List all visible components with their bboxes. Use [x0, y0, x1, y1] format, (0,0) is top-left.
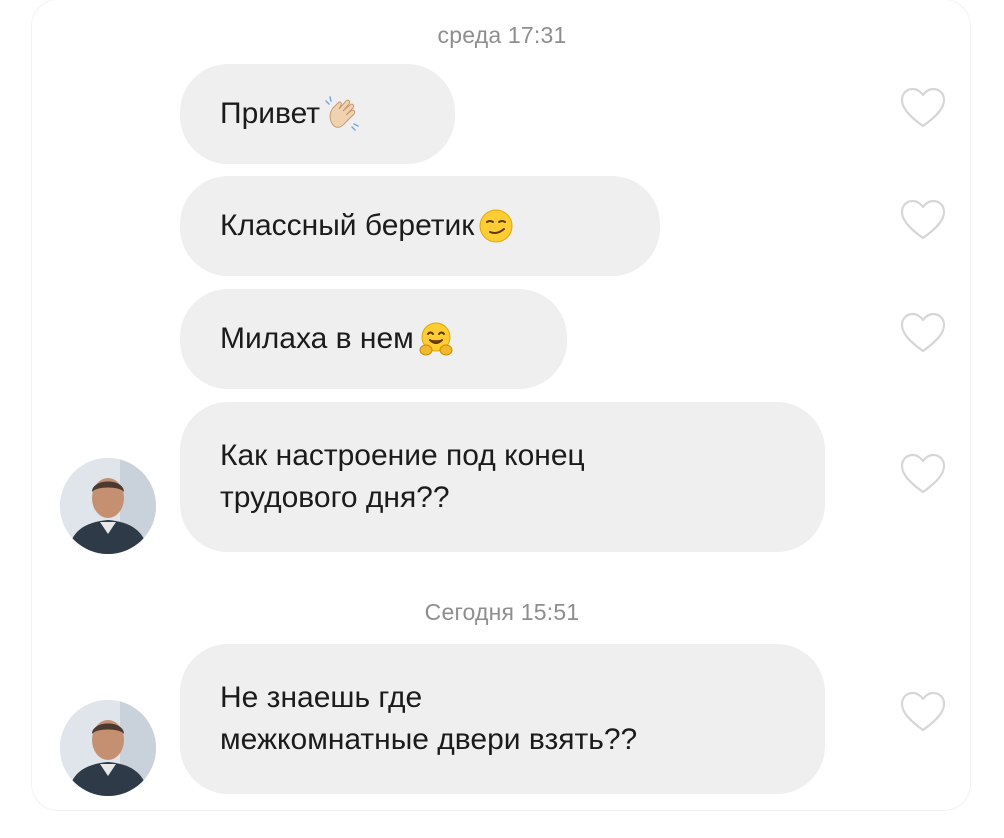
message-bubble[interactable]: Классный беретик: [180, 176, 660, 276]
message-text: Не знаешь где межкомнатные двери взять??: [220, 681, 638, 756]
like-heart-icon[interactable]: [899, 86, 947, 130]
smirking-face-icon: [479, 209, 513, 243]
date-separator-today: Сегодня 15:51: [424, 599, 580, 625]
hugging-face-icon: [419, 322, 453, 356]
like-heart-icon[interactable]: [899, 311, 947, 355]
message-text: Как настроение под конец трудового дня??: [220, 439, 585, 514]
sender-avatar[interactable]: [60, 458, 156, 554]
date-separator-wednesday: среда 17:31: [437, 22, 567, 48]
message-bubble[interactable]: Не знаешь где межкомнатные двери взять??: [180, 644, 825, 794]
message-bubble[interactable]: Как настроение под конец трудового дня??: [180, 402, 825, 552]
message-bubble[interactable]: Привет: [180, 64, 455, 164]
like-heart-icon[interactable]: [899, 198, 947, 242]
like-heart-icon[interactable]: [899, 690, 947, 734]
message-text: Милаха в нем: [220, 322, 414, 355]
avatar-photo-icon: [60, 700, 156, 796]
message-text: Классный беретик: [220, 209, 475, 242]
message-text: Привет: [220, 97, 321, 130]
waving-hand-icon: [325, 96, 359, 131]
avatar-photo-icon: [60, 458, 156, 554]
message-bubble[interactable]: Милаха в нем: [180, 289, 567, 389]
like-heart-icon[interactable]: [899, 452, 947, 496]
sender-avatar[interactable]: [60, 700, 156, 796]
